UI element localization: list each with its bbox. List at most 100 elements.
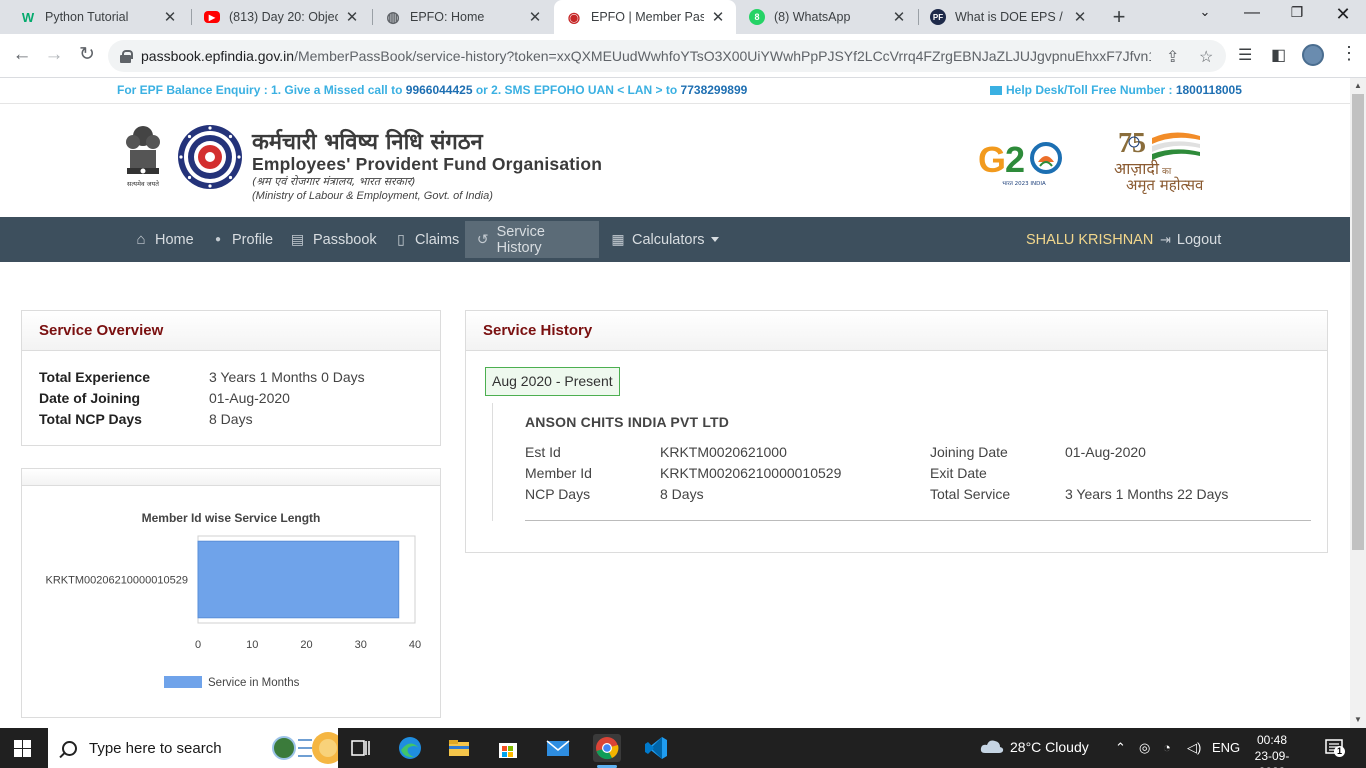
tab-title: Python Tutorial [45, 10, 129, 24]
volume-icon[interactable]: ◁) [1187, 740, 1201, 756]
nav-claims[interactable]: ▯ Claims [386, 221, 467, 258]
close-icon[interactable]: ✕ [527, 8, 543, 26]
service-overview-panel: Service Overview Total Experience 3 Year… [21, 310, 441, 446]
epfo-icon: ◉ [567, 8, 581, 25]
url-text: passbook.epfindia.gov.in/MemberPassBook/… [141, 48, 1151, 64]
epfo-logo [178, 125, 242, 189]
close-icon[interactable]: ✕ [1072, 8, 1088, 26]
wifi-icon[interactable]: ◔ [1163, 740, 1171, 755]
logout-label: Logout [1176, 232, 1222, 248]
missed-call-number: 9966044425 [405, 83, 473, 97]
tab-youtube[interactable]: ▶ (813) Day 20: Object-C ✕ [192, 2, 370, 32]
service-length-chart: Member Id wise Service Length KRKTM002062… [45, 511, 421, 689]
show-hidden-icons-chevron-icon[interactable]: ⌃ [1115, 740, 1126, 756]
nav-profile-label: Profile [232, 231, 274, 248]
close-icon[interactable]: ✕ [162, 8, 178, 26]
windows-start-button[interactable] [14, 740, 31, 757]
nav-home-label: Home [155, 231, 194, 248]
back-button[interactable]: ← [10, 44, 34, 66]
url-bar[interactable]: passbook.epfindia.gov.in/MemberPassBook/… [108, 40, 1226, 72]
help-desk-label: Help Desk/Toll Free Number : [1006, 83, 1176, 97]
tab-python-tutorial[interactable]: W Python Tutorial ✕ [8, 2, 188, 32]
nav-service-history[interactable]: ↺ Service History [465, 221, 599, 258]
forward-button[interactable]: → [42, 44, 66, 66]
ministry-hindi: (श्रम एवं रोजगार मंत्रालय, भारत सरकार) [252, 175, 416, 188]
service-history-title: Service History [466, 311, 1327, 351]
tab-search-chevron-icon[interactable]: ⌄ [1193, 4, 1217, 20]
browser-menu-icon[interactable]: ⋮ [1340, 43, 1358, 64]
weather-widget[interactable]: 28°C Cloudy [980, 738, 1089, 756]
tab-title: (8) WhatsApp [774, 10, 851, 24]
tab-epfo-member-passbook[interactable]: ◉ EPFO | Member Passb ✕ [554, 0, 736, 34]
svg-text:G: G [978, 139, 1006, 180]
svg-text:75: 75 [1118, 128, 1146, 159]
close-icon[interactable]: ✕ [344, 8, 360, 26]
chart-bar [197, 540, 400, 619]
clock-date: 23-09-2023 [1254, 749, 1290, 768]
chart-title: Member Id wise Service Length [142, 511, 321, 525]
close-icon[interactable]: ✕ [710, 8, 726, 26]
globe-icon: ◍ [386, 9, 400, 26]
nav-service-history-label: Service History [496, 223, 545, 256]
member-id-label: Member Id [525, 465, 592, 481]
nav-home[interactable]: ⌂ Home [126, 221, 202, 258]
chevron-down-icon [710, 237, 719, 242]
mail-icon[interactable] [544, 734, 572, 762]
balance-enquiry-text: For EPF Balance Enquiry : 1. Give a Miss… [117, 83, 747, 97]
y-tick-label: KRKTM00206210000010529 [45, 575, 188, 587]
scroll-down-arrow-icon[interactable]: ▼ [1354, 715, 1362, 724]
tab-whatsapp[interactable]: 8 (8) WhatsApp ✕ [737, 2, 917, 32]
file-explorer-icon[interactable] [445, 734, 473, 762]
est-id-value: KRKTM0020621000 [660, 444, 787, 460]
edge-browser-icon[interactable] [396, 734, 424, 762]
vscode-icon[interactable] [642, 734, 670, 762]
share-icon[interactable]: ⇪ [1166, 47, 1179, 67]
side-panel-icon[interactable]: ◧ [1271, 45, 1286, 65]
nav-calculators-label: Calculators [632, 231, 705, 248]
search-icon [62, 740, 77, 756]
profile-avatar[interactable] [1302, 44, 1324, 66]
minimize-button[interactable]: — [1240, 4, 1264, 22]
balance-enquiry-bar: For EPF Balance Enquiry : 1. Give a Miss… [0, 78, 1350, 104]
new-tab-button[interactable]: + [1109, 6, 1129, 28]
network-status-icon[interactable]: ◎ [1139, 740, 1150, 756]
service-period-badge: Aug 2020 - Present [485, 367, 620, 396]
notification-center-icon[interactable]: 1 [1325, 738, 1345, 759]
svg-text:2: 2 [1005, 139, 1025, 180]
scrollbar-thumb[interactable] [1352, 94, 1364, 550]
restore-button[interactable]: ❐ [1285, 4, 1309, 21]
service-overview-title: Service Overview [22, 311, 440, 351]
bookmark-star-icon[interactable]: ☆ [1199, 47, 1213, 67]
taskbar-search-box[interactable]: Type here to search [48, 728, 338, 768]
system-clock[interactable]: 00:48 23-09-2023 [1244, 732, 1300, 768]
balance-enquiry-text2: or 2. SMS EPFOHO UAN < LAN > to [472, 83, 681, 97]
reload-button[interactable]: ↻ [75, 44, 99, 66]
pf-icon: PF [930, 9, 946, 25]
nav-passbook[interactable]: ▤ Passbook [281, 221, 385, 258]
azadi-line2: अमृत महोत्सव [1126, 176, 1204, 194]
nav-profile[interactable]: ● Profile [203, 221, 281, 258]
reading-list-icon[interactable]: ☰ [1238, 45, 1252, 65]
close-window-button[interactable]: ✕ [1331, 4, 1355, 25]
microsoft-store-icon[interactable] [494, 734, 522, 762]
logout-link[interactable]: ⇥ Logout [1160, 232, 1221, 248]
chrome-browser-icon[interactable] [593, 734, 621, 768]
nav-calculators[interactable]: ▦ Calculators [603, 221, 727, 258]
scroll-up-arrow-icon[interactable]: ▲ [1354, 81, 1362, 90]
task-view-icon[interactable] [346, 734, 374, 762]
balance-enquiry-prefix: For EPF Balance Enquiry : [117, 83, 272, 97]
close-icon[interactable]: ✕ [891, 8, 907, 26]
joining-date-value: 01-Aug-2020 [1065, 444, 1146, 460]
service-length-chart-panel: Member Id wise Service Length KRKTM002062… [21, 468, 441, 718]
x-tick-label: 40 [409, 639, 421, 651]
national-emblem-icon: सत्यमेव जयते [126, 126, 160, 188]
tab-doe-eps[interactable]: PF What is DOE EPS / EPF ✕ [918, 2, 1098, 32]
cloud-icon [980, 740, 1004, 753]
clock-time: 00:48 [1256, 733, 1288, 747]
tab-title: EPFO: Home [410, 10, 485, 24]
input-language[interactable]: ENG [1212, 740, 1240, 755]
tab-epfo-home[interactable]: ◍ EPFO: Home ✕ [373, 2, 553, 32]
browser-tab-strip: W Python Tutorial ✕ ▶ (813) Day 20: Obje… [0, 0, 1366, 34]
page-scrollbar[interactable]: ▲ ▼ [1350, 78, 1366, 728]
notification-count-badge: 1 [1334, 746, 1345, 757]
